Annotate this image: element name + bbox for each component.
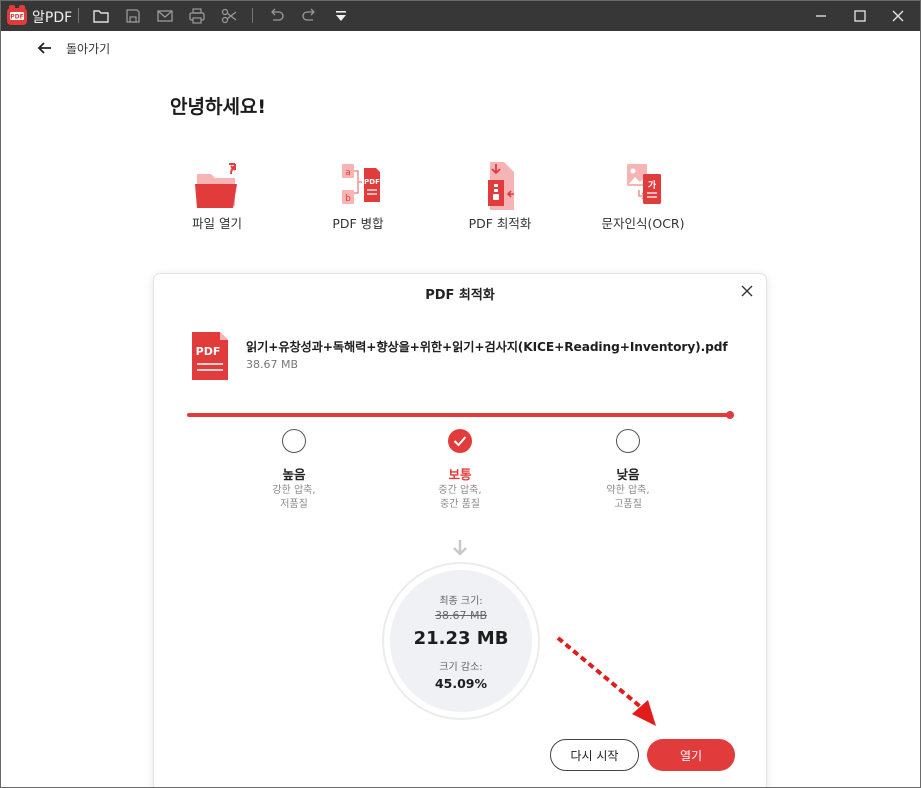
pdf-file-icon-text: PDF: [196, 345, 221, 358]
ocr-icon: 가: [627, 164, 661, 204]
toolbar-divider: [78, 8, 79, 23]
greeting-heading: 안녕하세요!: [170, 96, 267, 118]
arrow-down-icon: [453, 540, 467, 556]
save-icon[interactable]: [124, 7, 142, 25]
app-logo-icon: PDF: [7, 5, 27, 25]
file-name: 읽기+유창성과+독해력+향상을+위한+읽기+검사지(KICE+Reading+I…: [246, 340, 728, 354]
feature-label: 문자인식(OCR): [601, 216, 685, 231]
option-description: 중간 품질: [440, 499, 480, 510]
compression-slider-track[interactable]: [187, 413, 731, 417]
open-button[interactable]: 열기: [647, 739, 735, 771]
feature-label: PDF 병합: [332, 216, 384, 231]
radio-button[interactable]: [282, 429, 306, 453]
close-window-icon[interactable]: [887, 5, 909, 27]
slider-end-dot: [726, 411, 734, 419]
feature-label: 파일 열기: [192, 216, 242, 231]
option-description: 약한 압축,: [606, 485, 650, 496]
restart-button[interactable]: 다시 시작: [550, 739, 639, 771]
radio-button-checked[interactable]: [448, 429, 472, 453]
reduction-label: 크기 감소:: [439, 662, 483, 673]
option-description: 중간 압축,: [438, 485, 482, 496]
svg-text:a: a: [345, 168, 351, 178]
undo-icon[interactable]: [268, 7, 286, 25]
radio-button[interactable]: [616, 429, 640, 453]
scissors-icon[interactable]: [220, 7, 238, 25]
option-medium[interactable]: 보통 중간 압축, 중간 품질: [400, 429, 520, 511]
result-summary: 최종 크기: 38.67 MB 21.23 MB 크기 감소: 45.09%: [382, 562, 540, 720]
option-description: 고품질: [614, 499, 642, 510]
ocr-tile[interactable]: 가 문자인식(OCR): [573, 160, 713, 232]
original-size: 38.67 MB: [434, 609, 488, 622]
close-icon[interactable]: [738, 282, 756, 300]
title-bar: PDF 알PDF: [0, 0, 921, 31]
merge-pdf-tile[interactable]: a b PDF PDF 병합: [288, 160, 428, 232]
back-label: 돌아가기: [66, 41, 111, 56]
option-title: 낮음: [616, 467, 640, 482]
pdf-file-icon: PDF: [192, 332, 228, 380]
final-size: 21.23 MB: [413, 628, 509, 649]
svg-text:b: b: [345, 194, 351, 204]
minimize-icon[interactable]: [810, 5, 832, 27]
open-file-tile[interactable]: 파일 열기: [147, 160, 287, 232]
dropdown-icon[interactable]: [332, 7, 350, 25]
maximize-icon[interactable]: [849, 5, 871, 27]
feature-label: PDF 최적화: [468, 216, 532, 231]
print-icon[interactable]: [188, 7, 206, 25]
svg-text:PDF: PDF: [364, 178, 380, 186]
toolbar-divider: [252, 8, 253, 23]
redo-icon[interactable]: [300, 7, 318, 25]
annotation-arrow-icon: [556, 636, 656, 726]
checkmark-icon: [453, 436, 467, 447]
optimize-pdf-tile[interactable]: PDF 최적화: [430, 160, 570, 232]
option-low[interactable]: 낮음 약한 압축, 고품질: [568, 429, 688, 511]
arrow-left-icon: [37, 42, 51, 54]
folder-icon[interactable]: [92, 7, 110, 25]
option-high[interactable]: 높음 강한 압축, 저품질: [234, 429, 354, 511]
final-size-label: 최종 크기:: [439, 596, 483, 607]
reduction-percent: 45.09%: [434, 676, 488, 691]
option-title: 보통: [448, 467, 472, 482]
optimize-pdf-icon: [488, 162, 514, 210]
app-name: 알PDF: [32, 10, 73, 26]
svg-text:가: 가: [648, 179, 657, 191]
open-folder-icon: [195, 163, 237, 208]
option-title: 높음: [282, 467, 306, 482]
merge-pdf-icon: a b PDF: [342, 164, 380, 204]
option-description: 강한 압축,: [272, 485, 316, 496]
mail-icon[interactable]: [156, 7, 174, 25]
dialog-title: PDF 최적화: [425, 288, 495, 303]
result-circle: 최종 크기: 38.67 MB 21.23 MB 크기 감소: 45.09%: [390, 570, 532, 712]
option-description: 저품질: [280, 499, 308, 510]
back-button[interactable]: 돌아가기: [36, 38, 110, 58]
svg-text:PDF: PDF: [10, 14, 23, 21]
optimize-dialog: PDF 최적화 PDF 읽기+유창성과+독해력+향상을+위한+읽기+검사지(KI…: [153, 273, 767, 788]
file-size: 38.67 MB: [246, 358, 299, 371]
